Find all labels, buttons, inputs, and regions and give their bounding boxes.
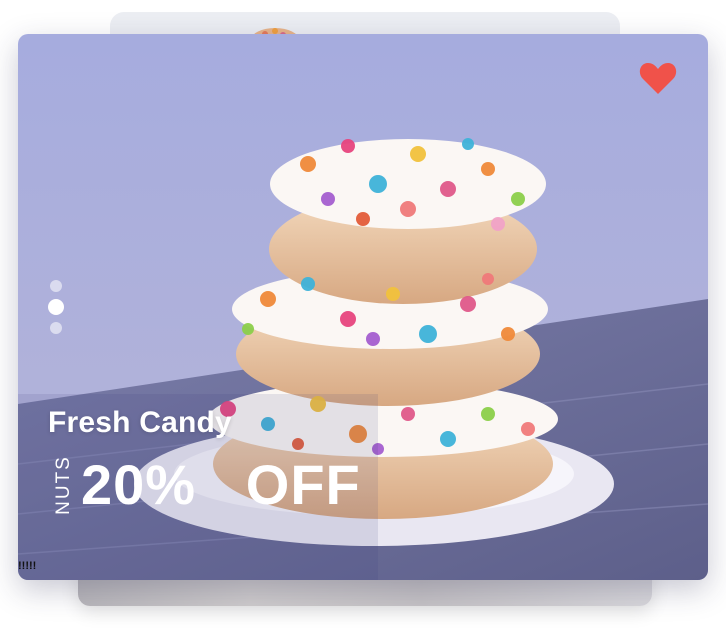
heart-icon bbox=[639, 63, 677, 94]
carousel-dot[interactable] bbox=[50, 322, 62, 334]
promo-card[interactable]: Fresh Candy NUTS 20% OFF !!!!! bbox=[18, 34, 708, 580]
favorite-heart-button[interactable] bbox=[638, 60, 678, 96]
promo-vertical-label: NUTS bbox=[53, 455, 74, 515]
promo-caption: !!!!! bbox=[18, 560, 37, 572]
carousel-dots bbox=[48, 280, 64, 334]
promo-discount: 20% OFF bbox=[81, 453, 361, 516]
carousel-dot[interactable] bbox=[50, 280, 62, 292]
promo-title: Fresh Candy bbox=[48, 406, 232, 439]
carousel-dot-active[interactable] bbox=[48, 299, 64, 315]
